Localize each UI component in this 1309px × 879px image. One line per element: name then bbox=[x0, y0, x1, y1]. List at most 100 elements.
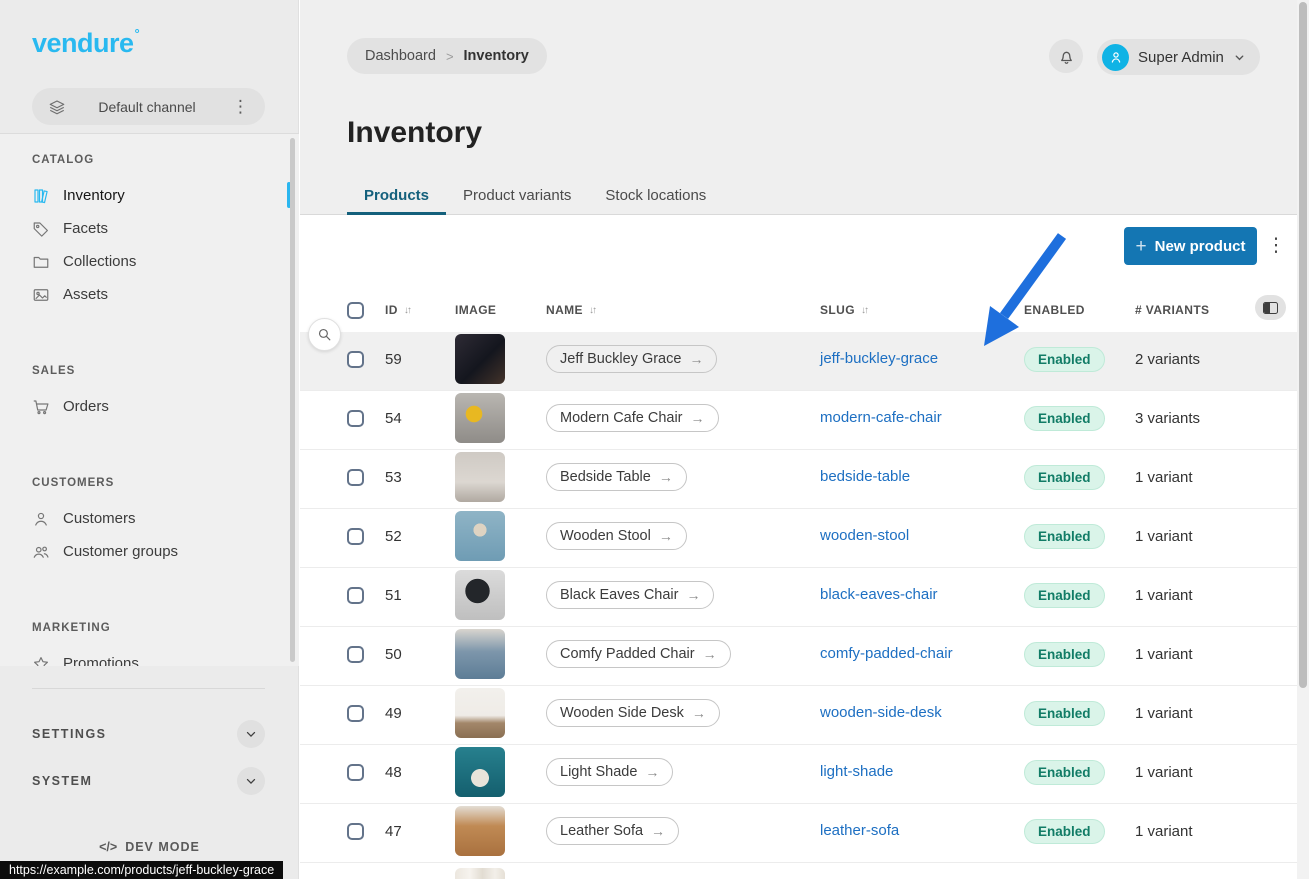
product-name: Wooden Side Desk bbox=[560, 705, 684, 721]
new-product-label: New product bbox=[1155, 238, 1246, 255]
column-header-enabled: ENABLED bbox=[1024, 303, 1135, 317]
product-id: 48 bbox=[385, 764, 455, 781]
column-header-id[interactable]: ID↓↑ bbox=[385, 303, 455, 317]
product-name: Bedside Table bbox=[560, 469, 651, 485]
product-name-chip[interactable]: Wooden Side Desk → bbox=[546, 699, 720, 727]
status-badge: Enabled bbox=[1024, 701, 1105, 726]
row-checkbox[interactable] bbox=[347, 705, 364, 722]
product-slug-link[interactable]: comfy-padded-chair bbox=[820, 645, 953, 662]
product-name-chip[interactable]: Light Shade→ bbox=[546, 758, 673, 786]
column-header-name[interactable]: NAME↓↑ bbox=[546, 303, 820, 317]
table-row[interactable]: 52Wooden Stool→wooden-stoolEnabled1 vari… bbox=[300, 509, 1297, 568]
table-row[interactable]: 49 Wooden Side Desk → wooden-side-desk Enabl… bbox=[300, 686, 1297, 745]
column-settings-button[interactable] bbox=[1255, 295, 1286, 320]
row-checkbox[interactable] bbox=[347, 528, 364, 545]
product-thumbnail[interactable] bbox=[455, 511, 505, 561]
product-thumbnail[interactable] bbox=[455, 452, 505, 502]
sidebar-item-label: Orders bbox=[63, 398, 109, 415]
sidebar-item-facets[interactable]: Facets bbox=[32, 212, 299, 245]
product-name-chip[interactable]: Jeff Buckley Grace→ bbox=[546, 345, 717, 373]
product-name-chip[interactable]: Black Eaves Chair→ bbox=[546, 581, 714, 609]
table-row[interactable]: 47Leather Sofa→leather-sofaEnabled1 vari… bbox=[300, 804, 1297, 863]
sidebar-item-promotions[interactable]: Promotions bbox=[32, 647, 299, 666]
product-thumbnail[interactable] bbox=[455, 688, 505, 738]
product-slug-link[interactable]: wooden-stool bbox=[820, 527, 909, 544]
product-name-chip[interactable]: Leather Sofa→ bbox=[546, 817, 679, 845]
product-slug-link[interactable]: bedside-table bbox=[820, 468, 910, 485]
table-row[interactable]: 53Bedside Table→bedside-tableEnabled1 va… bbox=[300, 450, 1297, 509]
row-checkbox[interactable] bbox=[347, 469, 364, 486]
toolbar-kebab-icon[interactable]: ⋮ bbox=[1266, 234, 1286, 257]
main-scrollbar-thumb[interactable] bbox=[1299, 2, 1307, 688]
arrow-right-icon: → bbox=[692, 705, 706, 721]
main-scrollbar-track[interactable] bbox=[1297, 0, 1309, 879]
sidebar-item-collections[interactable]: Collections bbox=[32, 245, 299, 278]
product-name-chip[interactable]: Bedside Table→ bbox=[546, 463, 687, 491]
product-name-chip[interactable]: Wooden Stool→ bbox=[546, 522, 687, 550]
product-thumbnail[interactable] bbox=[455, 570, 505, 620]
channel-selector[interactable]: Default channel ⋮ bbox=[32, 88, 265, 125]
sidebar: vendure° Default channel ⋮ CATALOGInvent… bbox=[0, 0, 299, 879]
product-name-chip[interactable]: Modern Cafe Chair→ bbox=[546, 404, 719, 432]
tab-stock-locations[interactable]: Stock locations bbox=[588, 183, 723, 215]
row-checkbox[interactable] bbox=[347, 764, 364, 781]
sidebar-item-customers[interactable]: Customers bbox=[32, 502, 299, 535]
breadcrumb[interactable]: Dashboard > Inventory bbox=[347, 38, 547, 74]
dev-mode-toggle[interactable]: </> DEV MODE bbox=[0, 840, 299, 854]
product-id: 51 bbox=[385, 587, 455, 604]
product-thumbnail[interactable] bbox=[455, 629, 505, 679]
sidebar-item-inventory[interactable]: Inventory bbox=[32, 179, 299, 212]
chevron-down-icon[interactable] bbox=[237, 767, 265, 795]
columns-icon bbox=[1263, 302, 1278, 314]
product-slug-link[interactable]: wooden-side-desk bbox=[820, 704, 942, 721]
product-id: 49 bbox=[385, 705, 455, 722]
table-row[interactable]: 54Modern Cafe Chair→modern-cafe-chairEna… bbox=[300, 391, 1297, 450]
variant-count: 1 variant bbox=[1135, 587, 1297, 604]
sidebar-item-orders[interactable]: Orders bbox=[32, 390, 299, 423]
table-row[interactable]: 59Jeff Buckley Grace→jeff-buckley-graceE… bbox=[300, 332, 1297, 391]
row-checkbox[interactable] bbox=[347, 646, 364, 663]
sort-icon[interactable]: ↓↑ bbox=[404, 305, 410, 316]
tab-product-variants[interactable]: Product variants bbox=[446, 183, 588, 215]
breadcrumb-dashboard[interactable]: Dashboard bbox=[365, 48, 436, 64]
sort-icon[interactable]: ↓↑ bbox=[589, 305, 595, 316]
product-slug-link[interactable]: light-shade bbox=[820, 763, 893, 780]
row-checkbox[interactable] bbox=[347, 410, 364, 427]
sort-icon[interactable]: ↓↑ bbox=[861, 305, 867, 316]
table-row[interactable]: 48Light Shade→light-shadeEnabled1 varian… bbox=[300, 745, 1297, 804]
arrow-right-icon: → bbox=[651, 823, 665, 839]
sidebar-group-system[interactable]: SYSTEM bbox=[32, 767, 265, 795]
product-slug-link[interactable]: black-eaves-chair bbox=[820, 586, 938, 603]
search-button[interactable] bbox=[308, 318, 341, 351]
product-slug-link[interactable]: jeff-buckley-grace bbox=[820, 350, 938, 367]
notifications-button[interactable] bbox=[1049, 39, 1083, 73]
product-thumbnail[interactable] bbox=[455, 868, 505, 879]
product-name-chip[interactable]: Comfy Padded Chair→ bbox=[546, 640, 731, 668]
product-slug-link[interactable]: leather-sofa bbox=[820, 822, 899, 839]
chevron-down-icon[interactable] bbox=[237, 720, 265, 748]
table-row[interactable]: 50Comfy Padded Chair→comfy-padded-chairE… bbox=[300, 627, 1297, 686]
sidebar-scrollbar[interactable] bbox=[290, 138, 295, 662]
product-thumbnail[interactable] bbox=[455, 334, 505, 384]
column-header-slug[interactable]: SLUG↓↑ bbox=[820, 303, 1024, 317]
product-slug-link[interactable]: modern-cafe-chair bbox=[820, 409, 942, 426]
new-product-button[interactable]: + New product bbox=[1124, 227, 1257, 265]
table-row-partial[interactable] bbox=[300, 863, 1297, 879]
table-row[interactable]: 51Black Eaves Chair→black-eaves-chairEna… bbox=[300, 568, 1297, 627]
sidebar-item-assets[interactable]: Assets bbox=[32, 278, 299, 311]
row-checkbox[interactable] bbox=[347, 587, 364, 604]
row-checkbox[interactable] bbox=[347, 823, 364, 840]
product-thumbnail[interactable] bbox=[455, 747, 505, 797]
product-thumbnail[interactable] bbox=[455, 393, 505, 443]
channel-menu-kebab-icon[interactable]: ⋮ bbox=[228, 98, 253, 115]
select-all-checkbox[interactable] bbox=[347, 302, 364, 319]
row-checkbox[interactable] bbox=[347, 351, 364, 368]
sidebar-group-settings[interactable]: SETTINGS bbox=[32, 720, 265, 748]
product-thumbnail[interactable] bbox=[455, 806, 505, 856]
user-menu[interactable]: Super Admin bbox=[1097, 39, 1260, 75]
sidebar-item-customer-groups[interactable]: Customer groups bbox=[32, 535, 299, 568]
product-name: Light Shade bbox=[560, 764, 637, 780]
column-header-image: IMAGE bbox=[455, 303, 546, 317]
dev-mode-label: DEV MODE bbox=[125, 840, 200, 854]
tab-products[interactable]: Products bbox=[347, 183, 446, 215]
